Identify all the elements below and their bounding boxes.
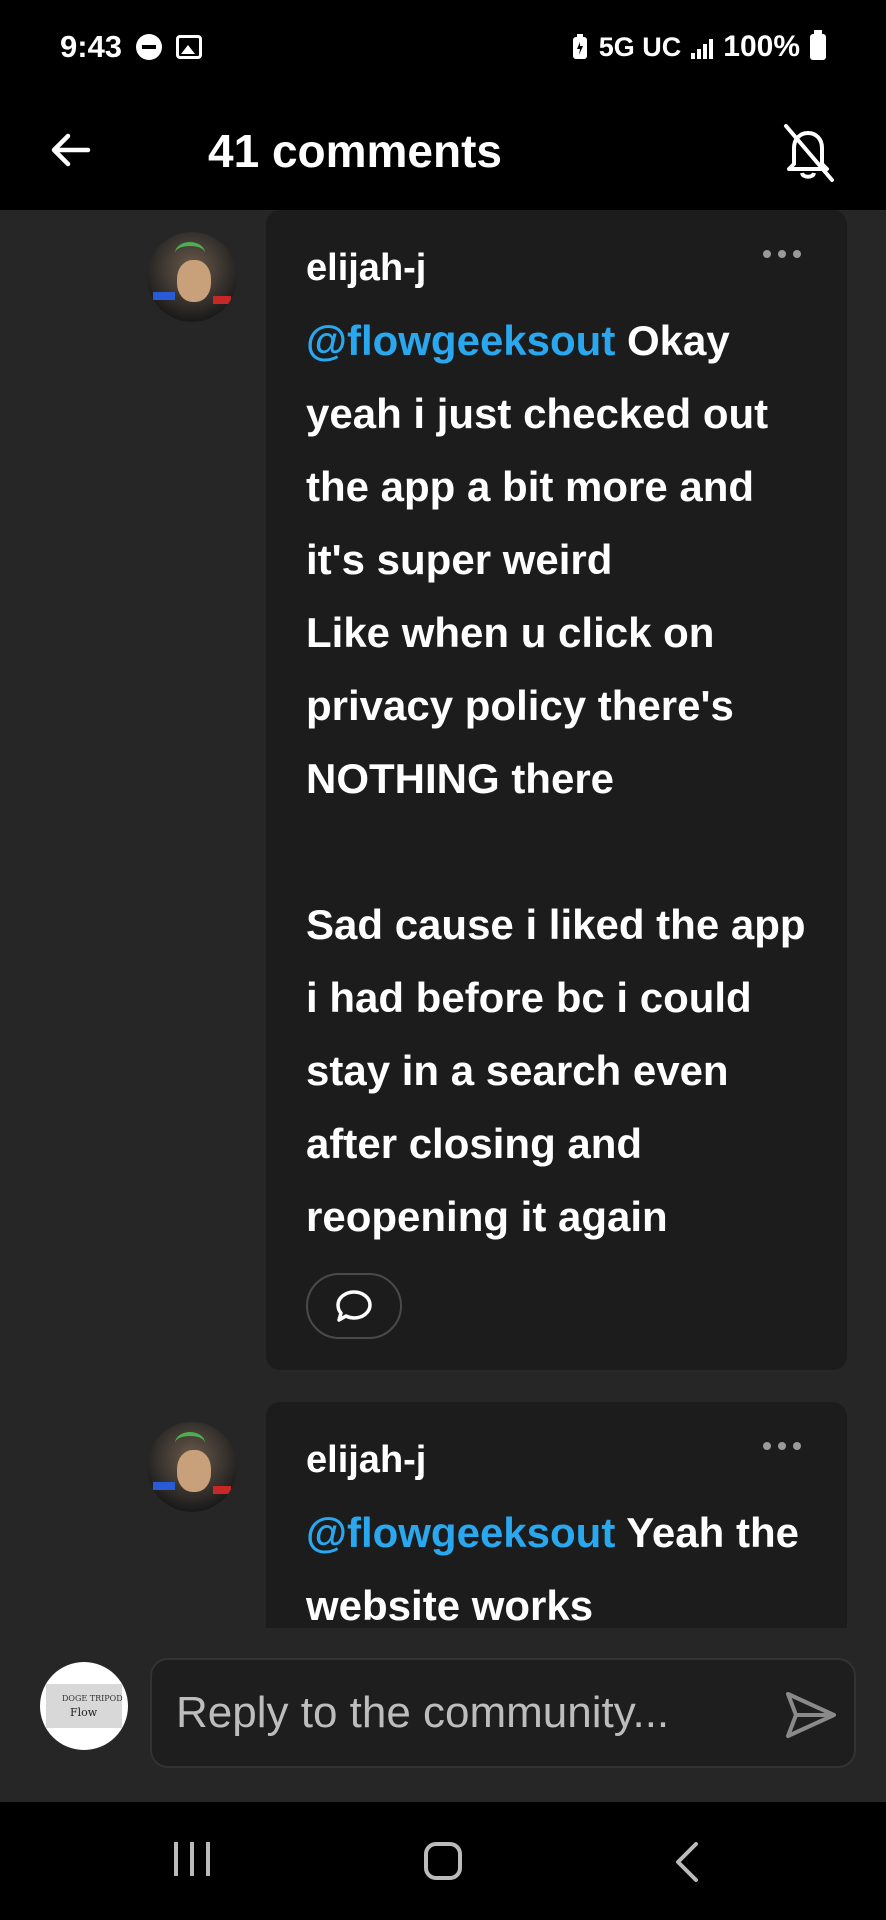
avatar-small-text: DOGE TRIPOD [62, 1694, 123, 1703]
reply-button[interactable] [306, 1272, 402, 1339]
more-options-button[interactable] [763, 1442, 801, 1450]
gallery-icon [176, 35, 203, 59]
chevron-left-icon [676, 1842, 698, 1882]
status-right: 5G UC 100% [571, 30, 826, 64]
recent-apps-button[interactable] [174, 1842, 210, 1876]
battery-percent: 100% [723, 30, 800, 63]
more-horizontal-icon [763, 1442, 771, 1450]
mention-link[interactable]: @flowgeeksout [306, 1509, 615, 1556]
network-label: 5G UC [598, 31, 682, 62]
comment-card: elijah-j @flowgeeksout Yeah the website … [266, 1402, 847, 1628]
do-not-disturb-icon [136, 34, 163, 60]
home-button[interactable] [424, 1842, 462, 1880]
avatar-text: Flow [70, 1706, 98, 1719]
avatar[interactable] [147, 232, 237, 322]
header: 41 comments [0, 94, 886, 210]
arrow-left-icon [51, 133, 91, 167]
more-options-button[interactable] [763, 250, 801, 258]
my-avatar[interactable]: DOGE TRIPOD Flow [40, 1662, 128, 1750]
comment-text: Okay yeah i just checked out the app a b… [306, 316, 806, 1240]
notifications-toggle-button[interactable] [770, 114, 846, 190]
battery-icon [810, 30, 826, 60]
reply-input[interactable]: Reply to the community... [150, 1658, 856, 1768]
chat-bubble-icon [336, 1289, 372, 1322]
signal-icon [691, 35, 714, 59]
more-horizontal-icon [763, 250, 771, 258]
comment-body: @flowgeeksout Okay yeah i just checked o… [306, 304, 809, 1253]
system-nav-bar [0, 1802, 886, 1920]
reply-placeholder: Reply to the community... [176, 1688, 670, 1737]
comment-author[interactable]: elijah-j [306, 1438, 809, 1484]
battery-saver-icon [572, 34, 587, 59]
comment-body: @flowgeeksout Yeah the website works [306, 1496, 809, 1628]
status-time: 9:43 [60, 29, 123, 64]
avatar[interactable] [147, 1422, 237, 1512]
page-title: 41 comments [208, 125, 503, 177]
comment-author[interactable]: elijah-j [306, 246, 809, 292]
send-icon[interactable] [784, 1690, 838, 1740]
back-button[interactable] [40, 120, 100, 180]
comments-list[interactable]: elijah-j @flowgeeksout Okay yeah i just … [0, 210, 886, 1628]
bell-off-icon [784, 124, 834, 182]
system-back-button[interactable] [672, 1840, 702, 1889]
mention-link[interactable]: @flowgeeksout [306, 317, 615, 364]
status-left: 9:43 [60, 29, 203, 65]
reply-bar: DOGE TRIPOD Flow Reply to the community.… [0, 1628, 886, 1802]
comment-card: elijah-j @flowgeeksout Okay yeah i just … [266, 210, 847, 1370]
status-bar: 9:43 5G UC 100% [0, 0, 886, 94]
